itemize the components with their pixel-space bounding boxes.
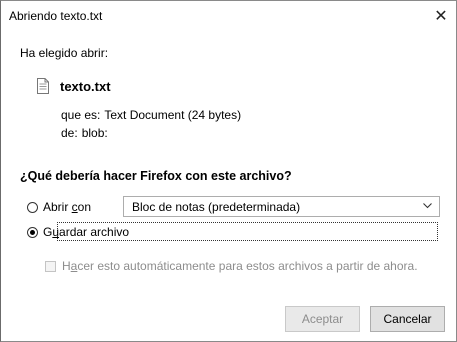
save-file-label[interactable]: Guardar archivo [43, 225, 129, 239]
chevron-down-icon [423, 203, 432, 209]
open-with-label[interactable]: Abrir con [43, 200, 91, 214]
application-select[interactable]: Bloc de notas (predeterminada) [123, 196, 440, 217]
accept-button[interactable]: Aceptar [285, 306, 360, 332]
text-file-icon [37, 78, 49, 94]
close-icon: ✕ [434, 8, 448, 25]
action-question: ¿Qué debería hacer Firefox con este arch… [20, 169, 292, 183]
title-bar[interactable]: Abriendo texto.txt ✕ [1, 1, 456, 31]
auto-action-checkbox-row[interactable]: Hacer esto automáticamente para estos ar… [45, 259, 418, 273]
open-with-radio-button[interactable] [27, 201, 38, 213]
cancel-button[interactable]: Cancelar [370, 306, 445, 332]
application-select-value: Bloc de notas (predeterminada) [132, 200, 301, 214]
file-name: texto.txt [60, 78, 111, 94]
open-with-radio[interactable]: Abrir con [27, 200, 91, 214]
auto-action-label[interactable]: Hacer esto automáticamente para estos ar… [62, 259, 418, 273]
close-button[interactable]: ✕ [426, 1, 456, 31]
file-type-row: que es: Text Document (24 bytes) [61, 108, 241, 122]
file-source-value: blob: [81, 126, 108, 140]
file-type-label: que es: [61, 108, 101, 122]
file-info: texto.txt [37, 78, 111, 94]
file-source-label: de: [61, 126, 78, 140]
download-dialog: Abriendo texto.txt ✕ Ha elegido abrir: t… [0, 0, 457, 342]
save-file-radio[interactable]: Guardar archivo [27, 225, 129, 239]
chosen-to-open-label: Ha elegido abrir: [20, 46, 109, 60]
dialog-title: Abriendo texto.txt [9, 9, 103, 23]
file-type-value: Text Document (24 bytes) [104, 108, 242, 122]
auto-action-checkbox[interactable] [45, 260, 56, 272]
file-source-row: de: blob: [61, 126, 108, 140]
save-file-radio-button[interactable] [27, 226, 38, 238]
